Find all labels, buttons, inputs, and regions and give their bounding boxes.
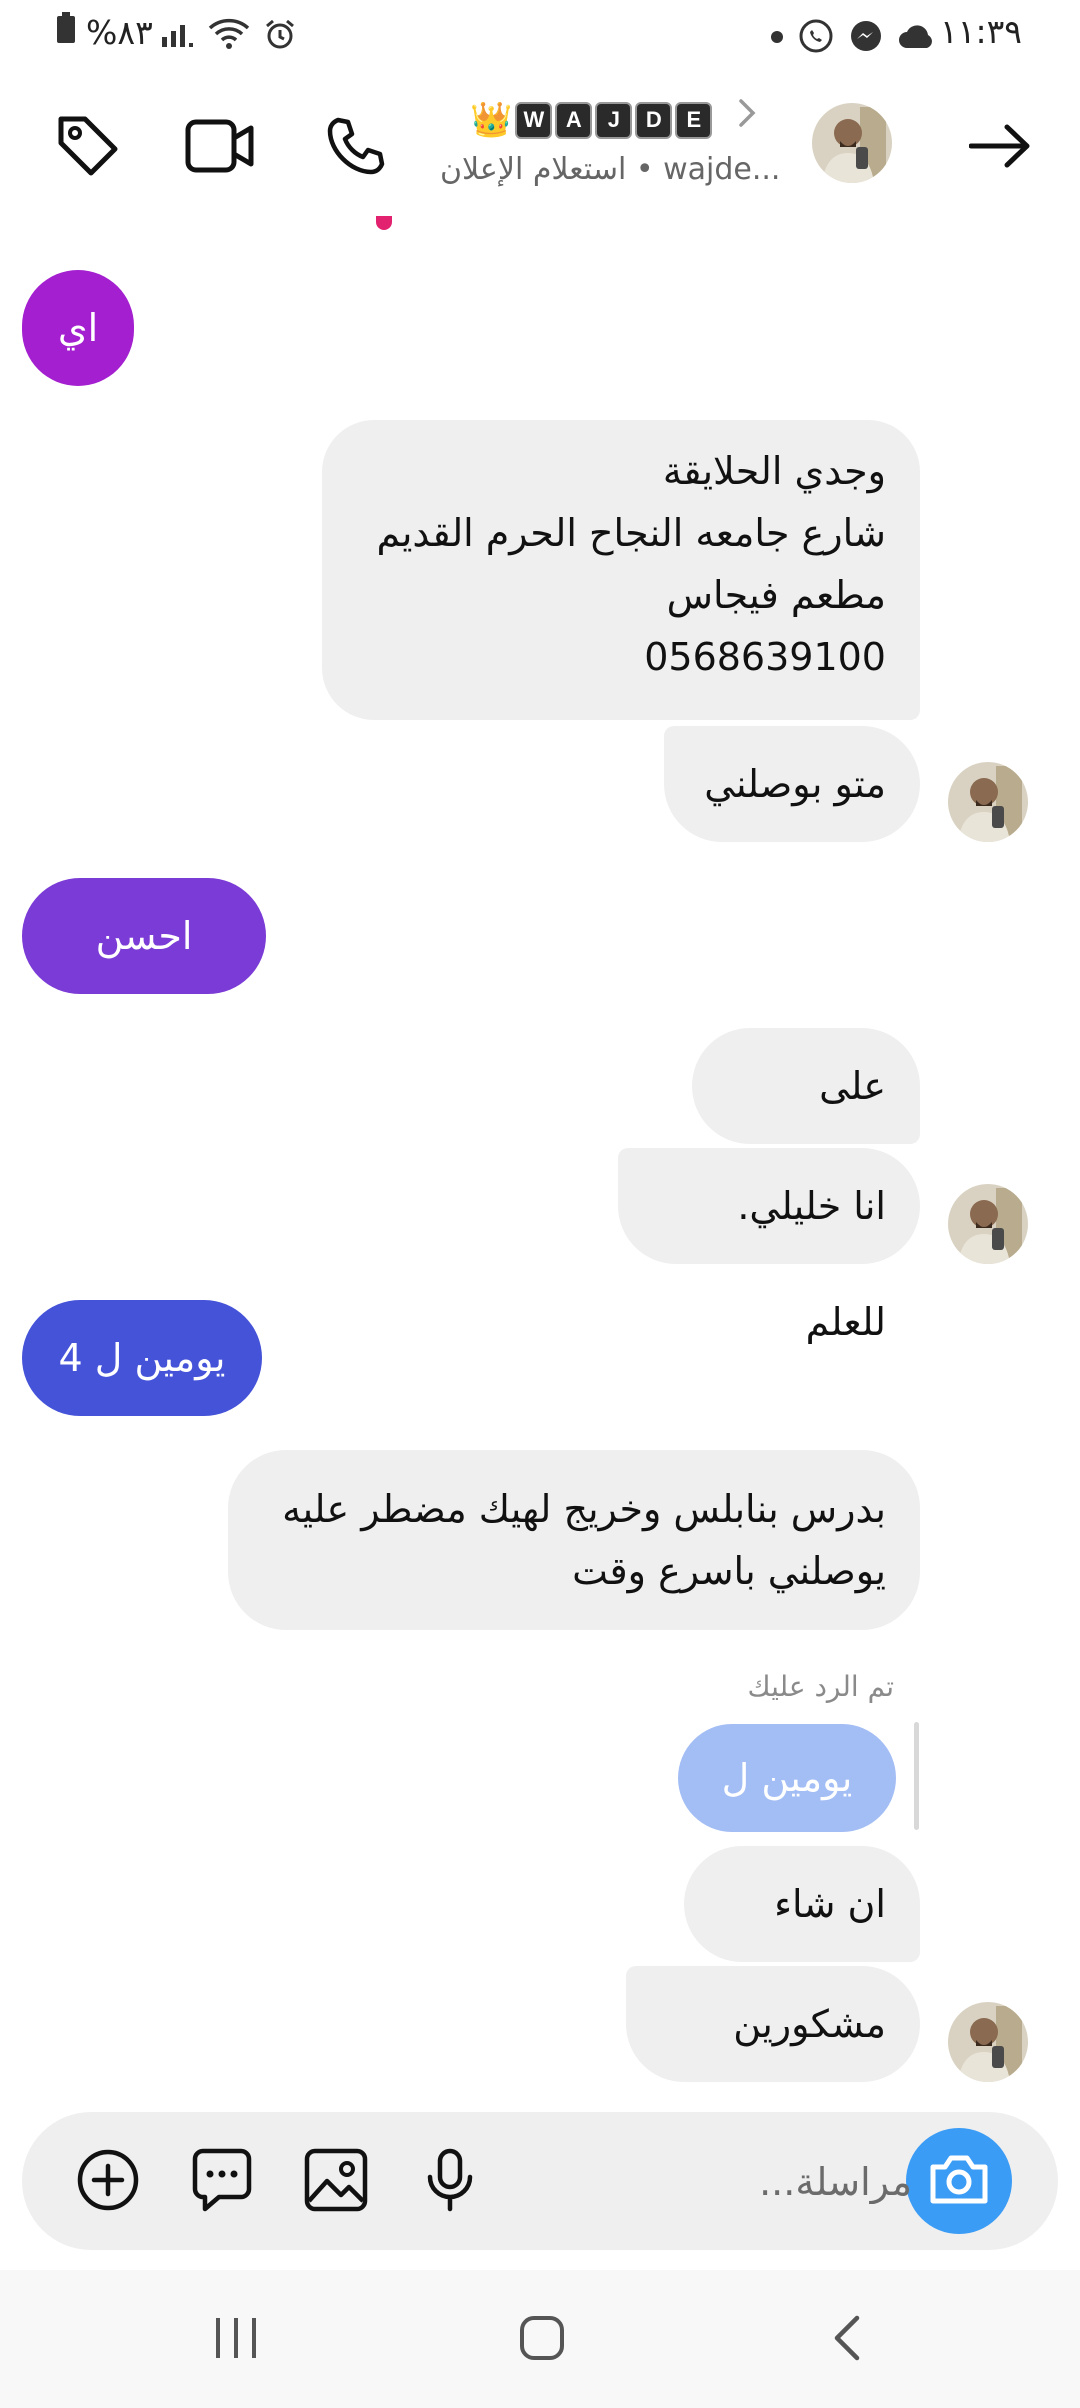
contact-avatar[interactable] bbox=[812, 103, 892, 183]
message-list[interactable]: اي وجدي الحلايقة شارع جامعه النجاح الحرم… bbox=[0, 216, 1080, 2162]
video-call-button[interactable] bbox=[180, 108, 260, 188]
name-letter-tile: W bbox=[515, 101, 553, 139]
back-button[interactable] bbox=[960, 108, 1040, 188]
wifi-icon bbox=[208, 18, 250, 54]
back-nav-button[interactable] bbox=[806, 2308, 886, 2372]
signal-icon bbox=[160, 19, 194, 53]
dot-icon bbox=[770, 29, 784, 48]
sender-avatar[interactable] bbox=[948, 2002, 1028, 2082]
system-navigation-bar bbox=[0, 2270, 1080, 2408]
image-icon bbox=[303, 2147, 369, 2217]
messenger-icon bbox=[848, 18, 884, 58]
contact-name[interactable]: 👑 W A J D E bbox=[470, 98, 713, 142]
sticker-button[interactable] bbox=[184, 2144, 260, 2220]
recent-apps-button[interactable] bbox=[196, 2308, 276, 2372]
whatsapp-icon bbox=[798, 18, 834, 58]
plus-circle-icon bbox=[75, 2147, 141, 2217]
tag-icon bbox=[55, 113, 121, 183]
received-message[interactable]: ان شاء الله bbox=[684, 1846, 920, 2042]
received-message[interactable]: على راسي bbox=[692, 1028, 920, 1224]
sent-message[interactable]: يومين ل 4 bbox=[22, 1300, 262, 1416]
voice-message-button[interactable] bbox=[412, 2144, 488, 2220]
status-notification-icons bbox=[770, 18, 936, 58]
received-message[interactable]: بدرس بنابلس وخريج لهيك مضطر عليه يوصلني … bbox=[228, 1450, 920, 1630]
sent-message[interactable]: احسن ناس bbox=[22, 878, 266, 1074]
name-letter-tile: J bbox=[595, 101, 633, 139]
chat-header: 👑 W A J D E استعلام الإعلان • wajde... bbox=[0, 86, 1080, 216]
home-button[interactable] bbox=[502, 2308, 582, 2372]
camera-button[interactable] bbox=[906, 2128, 1012, 2234]
gallery-button[interactable] bbox=[298, 2144, 374, 2220]
tag-button[interactable] bbox=[48, 108, 128, 188]
received-message[interactable]: مشكورين سلفا bbox=[626, 1966, 920, 2162]
received-message[interactable]: انا خليلي. للعلم bbox=[618, 1148, 920, 1344]
received-message[interactable]: متو بوصلني bbox=[664, 726, 920, 842]
recents-icon bbox=[212, 2315, 260, 2365]
sent-message[interactable]: اي bbox=[22, 270, 134, 386]
status-bar: ١١:٣٩ %٨٣ bbox=[0, 0, 1080, 72]
sender-avatar[interactable] bbox=[948, 1184, 1028, 1264]
received-message[interactable]: وجدي الحلايقة شارع جامعه النجاح الحرم ال… bbox=[322, 420, 920, 720]
status-signal-icons bbox=[160, 18, 296, 54]
chevron-right-icon[interactable] bbox=[738, 98, 756, 136]
home-icon bbox=[518, 2314, 566, 2366]
heart-reaction-partial bbox=[376, 216, 392, 230]
crown-emoji: 👑 bbox=[470, 100, 513, 140]
reply-indicator-bar bbox=[914, 1722, 919, 1830]
name-letter-tile: A bbox=[555, 101, 593, 139]
battery-percent: %٨٣ bbox=[86, 12, 153, 52]
back-arrow-icon bbox=[968, 124, 1031, 172]
camera-icon bbox=[929, 2153, 989, 2209]
phone-icon bbox=[324, 114, 388, 182]
chevron-left-icon bbox=[831, 2314, 861, 2366]
battery-icon bbox=[56, 12, 76, 52]
alarm-icon bbox=[264, 18, 296, 54]
microphone-icon bbox=[425, 2147, 475, 2217]
status-system-area: %٨٣ bbox=[56, 12, 153, 52]
name-letter-tile: E bbox=[675, 101, 713, 139]
reply-label: تم الرد عليك bbox=[747, 1670, 894, 1703]
sender-avatar[interactable] bbox=[948, 762, 1028, 842]
name-letter-tile: D bbox=[635, 101, 673, 139]
cloud-icon bbox=[898, 22, 936, 54]
video-call-icon bbox=[185, 118, 255, 178]
quoted-message[interactable]: يومين ل 4 bbox=[678, 1724, 896, 1908]
audio-call-button[interactable] bbox=[316, 108, 396, 188]
contact-subtitle: استعلام الإعلان • wajde... bbox=[440, 152, 781, 187]
add-button[interactable] bbox=[70, 2144, 146, 2220]
clock: ١١:٣٩ bbox=[940, 12, 1023, 51]
message-input[interactable] bbox=[610, 2146, 914, 2218]
chat-bubble-icon bbox=[189, 2147, 255, 2217]
